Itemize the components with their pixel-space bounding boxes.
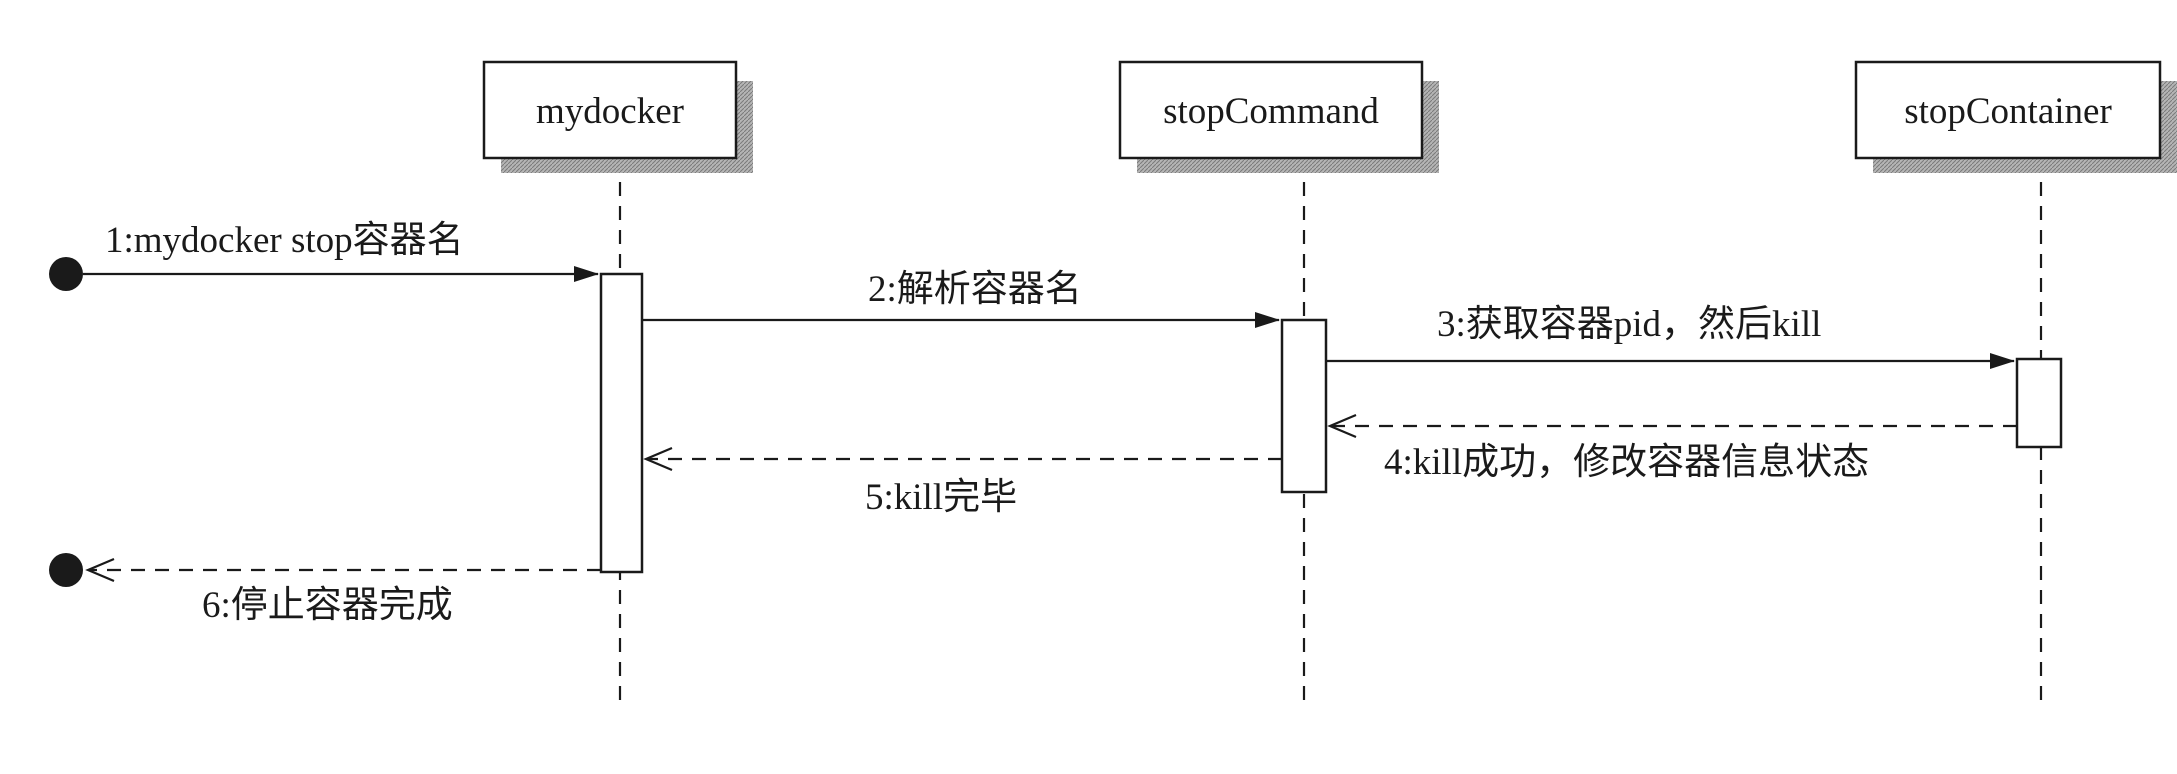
message-5: 5:kill完毕 [643,446,1282,518]
activation-stopCommand [1280,318,1328,494]
participant-label-mydocker: mydocker [536,91,684,132]
participant-mydocker: mydocker [482,60,753,173]
participant-stopContainer: stopContainer [1854,60,2177,173]
message-4-label: 4:kill成功，修改容器信息状态 [1384,441,1869,483]
participant-stopCommand: stopCommand [1118,60,1439,173]
message-3-label: 3:获取容器pid，然后kill [1437,303,1821,345]
message-6-label: 6:停止容器完成 [202,584,453,626]
message-2-label: 2:解析容器名 [868,268,1082,310]
sequence-diagram: mydocker stopCommand stopContainer 1:myd… [0,0,2177,774]
participant-label-stopContainer: stopContainer [1904,91,2112,132]
message-6: 6:停止容器完成 [49,553,601,626]
message-1-label: 1:mydocker stop容器名 [105,219,464,261]
message-4: 4:kill成功，修改容器信息状态 [1327,413,2017,483]
message-5-label: 5:kill完毕 [865,476,1017,518]
activation-stopContainer [2015,357,2063,449]
message-1: 1:mydocker stop容器名 [49,219,599,291]
start-point [49,257,83,291]
participant-label-stopCommand: stopCommand [1163,91,1379,132]
end-point [49,553,83,587]
message-3: 3:获取容器pid，然后kill [1326,303,2015,369]
activation-mydocker [599,272,644,574]
message-2: 2:解析容器名 [642,268,1280,328]
sequence-diagram-canvas: mydocker stopCommand stopContainer 1:myd… [49,60,2177,705]
